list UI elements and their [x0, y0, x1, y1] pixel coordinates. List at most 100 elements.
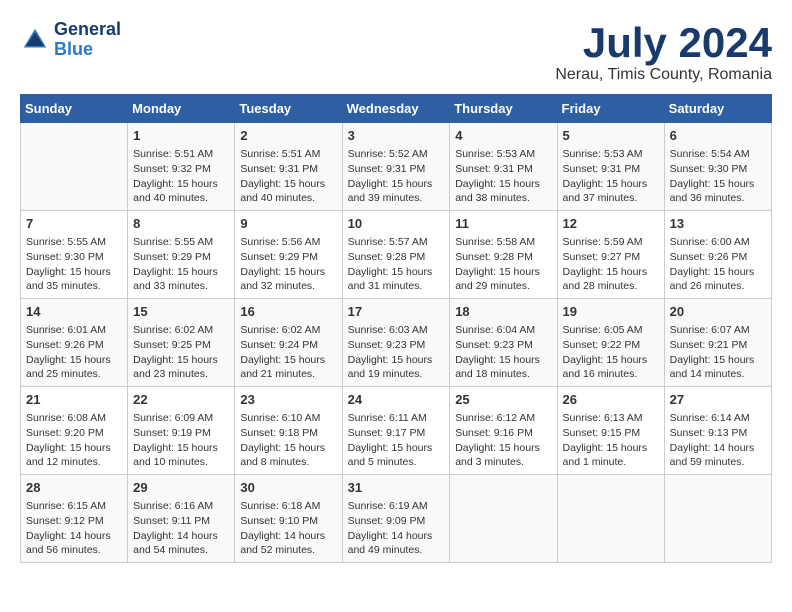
- day-number: 4: [455, 127, 551, 145]
- day-info: Sunrise: 6:15 AM Sunset: 9:12 PM Dayligh…: [26, 499, 122, 558]
- day-info: Sunrise: 5:56 AM Sunset: 9:29 PM Dayligh…: [240, 235, 336, 294]
- calendar-cell: 28 Sunrise: 6:15 AM Sunset: 9:12 PM Dayli…: [21, 474, 128, 562]
- day-info: Sunrise: 6:02 AM Sunset: 9:24 PM Dayligh…: [240, 323, 336, 382]
- day-info: Sunrise: 5:54 AM Sunset: 9:30 PM Dayligh…: [670, 147, 766, 206]
- day-number: 10: [348, 215, 445, 233]
- calendar-cell: 9 Sunrise: 5:56 AM Sunset: 9:29 PM Daylig…: [235, 211, 342, 299]
- day-info: Sunrise: 6:08 AM Sunset: 9:20 PM Dayligh…: [26, 411, 122, 470]
- day-info: Sunrise: 6:10 AM Sunset: 9:18 PM Dayligh…: [240, 411, 336, 470]
- calendar-cell: 11Sunrise: 5:58 AM Sunset: 9:28 PM Dayli…: [450, 211, 557, 299]
- day-number: 6: [670, 127, 766, 145]
- calendar-cell: 14Sunrise: 6:01 AM Sunset: 9:26 PM Dayli…: [21, 299, 128, 387]
- day-number: 24: [348, 391, 445, 409]
- day-number: 27: [670, 391, 766, 409]
- day-number: 22: [133, 391, 229, 409]
- header-friday: Friday: [557, 95, 664, 123]
- calendar-header-row: SundayMondayTuesdayWednesdayThursdayFrid…: [21, 95, 772, 123]
- calendar-cell: 31Sunrise: 6:19 AM Sunset: 9:09 PM Dayli…: [342, 474, 450, 562]
- logo: General Blue: [20, 20, 121, 60]
- day-info: Sunrise: 6:02 AM Sunset: 9:25 PM Dayligh…: [133, 323, 229, 382]
- calendar-cell: 16 Sunrise: 6:02 AM Sunset: 9:24 PM Dayli…: [235, 299, 342, 387]
- week-row-3: 14Sunrise: 6:01 AM Sunset: 9:26 PM Dayli…: [21, 299, 772, 387]
- calendar-cell: 18 Sunrise: 6:04 AM Sunset: 9:23 PM Dayli…: [450, 299, 557, 387]
- day-info: Sunrise: 5:55 AM Sunset: 9:30 PM Dayligh…: [26, 235, 122, 294]
- day-number: 18: [455, 303, 551, 321]
- day-number: 29: [133, 479, 229, 497]
- day-number: 11: [455, 215, 551, 233]
- calendar-cell: 3Sunrise: 5:52 AM Sunset: 9:31 PM Daylig…: [342, 123, 450, 211]
- calendar-cell: 5 Sunrise: 5:53 AM Sunset: 9:31 PM Daylig…: [557, 123, 664, 211]
- day-info: Sunrise: 5:53 AM Sunset: 9:31 PM Dayligh…: [563, 147, 659, 206]
- day-number: 17: [348, 303, 445, 321]
- calendar-cell: 20Sunrise: 6:07 AM Sunset: 9:21 PM Dayli…: [664, 299, 771, 387]
- day-number: 19: [563, 303, 659, 321]
- location-subtitle: Nerau, Timis County, Romania: [555, 66, 772, 84]
- week-row-2: 7 Sunrise: 5:55 AM Sunset: 9:30 PM Daylig…: [21, 211, 772, 299]
- header-wednesday: Wednesday: [342, 95, 450, 123]
- day-number: 13: [670, 215, 766, 233]
- calendar-cell: 25Sunrise: 6:12 AM Sunset: 9:16 PM Dayli…: [450, 387, 557, 475]
- day-number: 12: [563, 215, 659, 233]
- day-number: 31: [348, 479, 445, 497]
- page-header: General Blue July 2024 Nerau, Timis Coun…: [20, 20, 772, 84]
- day-info: Sunrise: 6:18 AM Sunset: 9:10 PM Dayligh…: [240, 499, 336, 558]
- day-info: Sunrise: 6:03 AM Sunset: 9:23 PM Dayligh…: [348, 323, 445, 382]
- logo-icon: [20, 25, 50, 55]
- day-info: Sunrise: 6:14 AM Sunset: 9:13 PM Dayligh…: [670, 411, 766, 470]
- month-title: July 2024: [555, 20, 772, 66]
- day-number: 28: [26, 479, 122, 497]
- day-info: Sunrise: 6:13 AM Sunset: 9:15 PM Dayligh…: [563, 411, 659, 470]
- calendar-cell: 6 Sunrise: 5:54 AM Sunset: 9:30 PM Daylig…: [664, 123, 771, 211]
- day-info: Sunrise: 5:53 AM Sunset: 9:31 PM Dayligh…: [455, 147, 551, 206]
- calendar-cell: 27 Sunrise: 6:14 AM Sunset: 9:13 PM Dayli…: [664, 387, 771, 475]
- calendar-cell: 12 Sunrise: 5:59 AM Sunset: 9:27 PM Dayli…: [557, 211, 664, 299]
- day-number: 16: [240, 303, 336, 321]
- calendar-cell: 24Sunrise: 6:11 AM Sunset: 9:17 PM Dayli…: [342, 387, 450, 475]
- day-info: Sunrise: 6:01 AM Sunset: 9:26 PM Dayligh…: [26, 323, 122, 382]
- week-row-5: 28 Sunrise: 6:15 AM Sunset: 9:12 PM Dayli…: [21, 474, 772, 562]
- calendar-cell: 23 Sunrise: 6:10 AM Sunset: 9:18 PM Dayli…: [235, 387, 342, 475]
- calendar-table: SundayMondayTuesdayWednesdayThursdayFrid…: [20, 94, 772, 563]
- week-row-4: 21 Sunrise: 6:08 AM Sunset: 9:20 PM Dayli…: [21, 387, 772, 475]
- header-thursday: Thursday: [450, 95, 557, 123]
- calendar-cell: [450, 474, 557, 562]
- calendar-cell: [664, 474, 771, 562]
- header-sunday: Sunday: [21, 95, 128, 123]
- day-number: 23: [240, 391, 336, 409]
- day-number: 26: [563, 391, 659, 409]
- calendar-cell: 1Sunrise: 5:51 AM Sunset: 9:32 PM Daylig…: [128, 123, 235, 211]
- calendar-title-area: July 2024 Nerau, Timis County, Romania: [555, 20, 772, 84]
- day-info: Sunrise: 5:51 AM Sunset: 9:31 PM Dayligh…: [240, 147, 336, 206]
- day-info: Sunrise: 6:16 AM Sunset: 9:11 PM Dayligh…: [133, 499, 229, 558]
- calendar-cell: 19Sunrise: 6:05 AM Sunset: 9:22 PM Dayli…: [557, 299, 664, 387]
- day-number: 21: [26, 391, 122, 409]
- day-number: 3: [348, 127, 445, 145]
- day-number: 30: [240, 479, 336, 497]
- calendar-cell: 22 Sunrise: 6:09 AM Sunset: 9:19 PM Dayli…: [128, 387, 235, 475]
- day-number: 5: [563, 127, 659, 145]
- calendar-cell: 10 Sunrise: 5:57 AM Sunset: 9:28 PM Dayli…: [342, 211, 450, 299]
- calendar-cell: 15 Sunrise: 6:02 AM Sunset: 9:25 PM Dayli…: [128, 299, 235, 387]
- day-info: Sunrise: 6:09 AM Sunset: 9:19 PM Dayligh…: [133, 411, 229, 470]
- header-saturday: Saturday: [664, 95, 771, 123]
- calendar-cell: 17 Sunrise: 6:03 AM Sunset: 9:23 PM Dayli…: [342, 299, 450, 387]
- day-info: Sunrise: 5:55 AM Sunset: 9:29 PM Dayligh…: [133, 235, 229, 294]
- calendar-cell: [21, 123, 128, 211]
- calendar-cell: 7 Sunrise: 5:55 AM Sunset: 9:30 PM Daylig…: [21, 211, 128, 299]
- calendar-cell: 4 Sunrise: 5:53 AM Sunset: 9:31 PM Daylig…: [450, 123, 557, 211]
- day-info: Sunrise: 6:04 AM Sunset: 9:23 PM Dayligh…: [455, 323, 551, 382]
- day-number: 7: [26, 215, 122, 233]
- day-info: Sunrise: 6:00 AM Sunset: 9:26 PM Dayligh…: [670, 235, 766, 294]
- calendar-cell: 30 Sunrise: 6:18 AM Sunset: 9:10 PM Dayli…: [235, 474, 342, 562]
- calendar-cell: 21 Sunrise: 6:08 AM Sunset: 9:20 PM Dayli…: [21, 387, 128, 475]
- day-number: 25: [455, 391, 551, 409]
- calendar-cell: 8Sunrise: 5:55 AM Sunset: 9:29 PM Daylig…: [128, 211, 235, 299]
- day-info: Sunrise: 5:59 AM Sunset: 9:27 PM Dayligh…: [563, 235, 659, 294]
- day-info: Sunrise: 5:57 AM Sunset: 9:28 PM Dayligh…: [348, 235, 445, 294]
- day-number: 15: [133, 303, 229, 321]
- header-tuesday: Tuesday: [235, 95, 342, 123]
- calendar-cell: 2Sunrise: 5:51 AM Sunset: 9:31 PM Daylig…: [235, 123, 342, 211]
- day-number: 9: [240, 215, 336, 233]
- day-info: Sunrise: 5:51 AM Sunset: 9:32 PM Dayligh…: [133, 147, 229, 206]
- day-number: 20: [670, 303, 766, 321]
